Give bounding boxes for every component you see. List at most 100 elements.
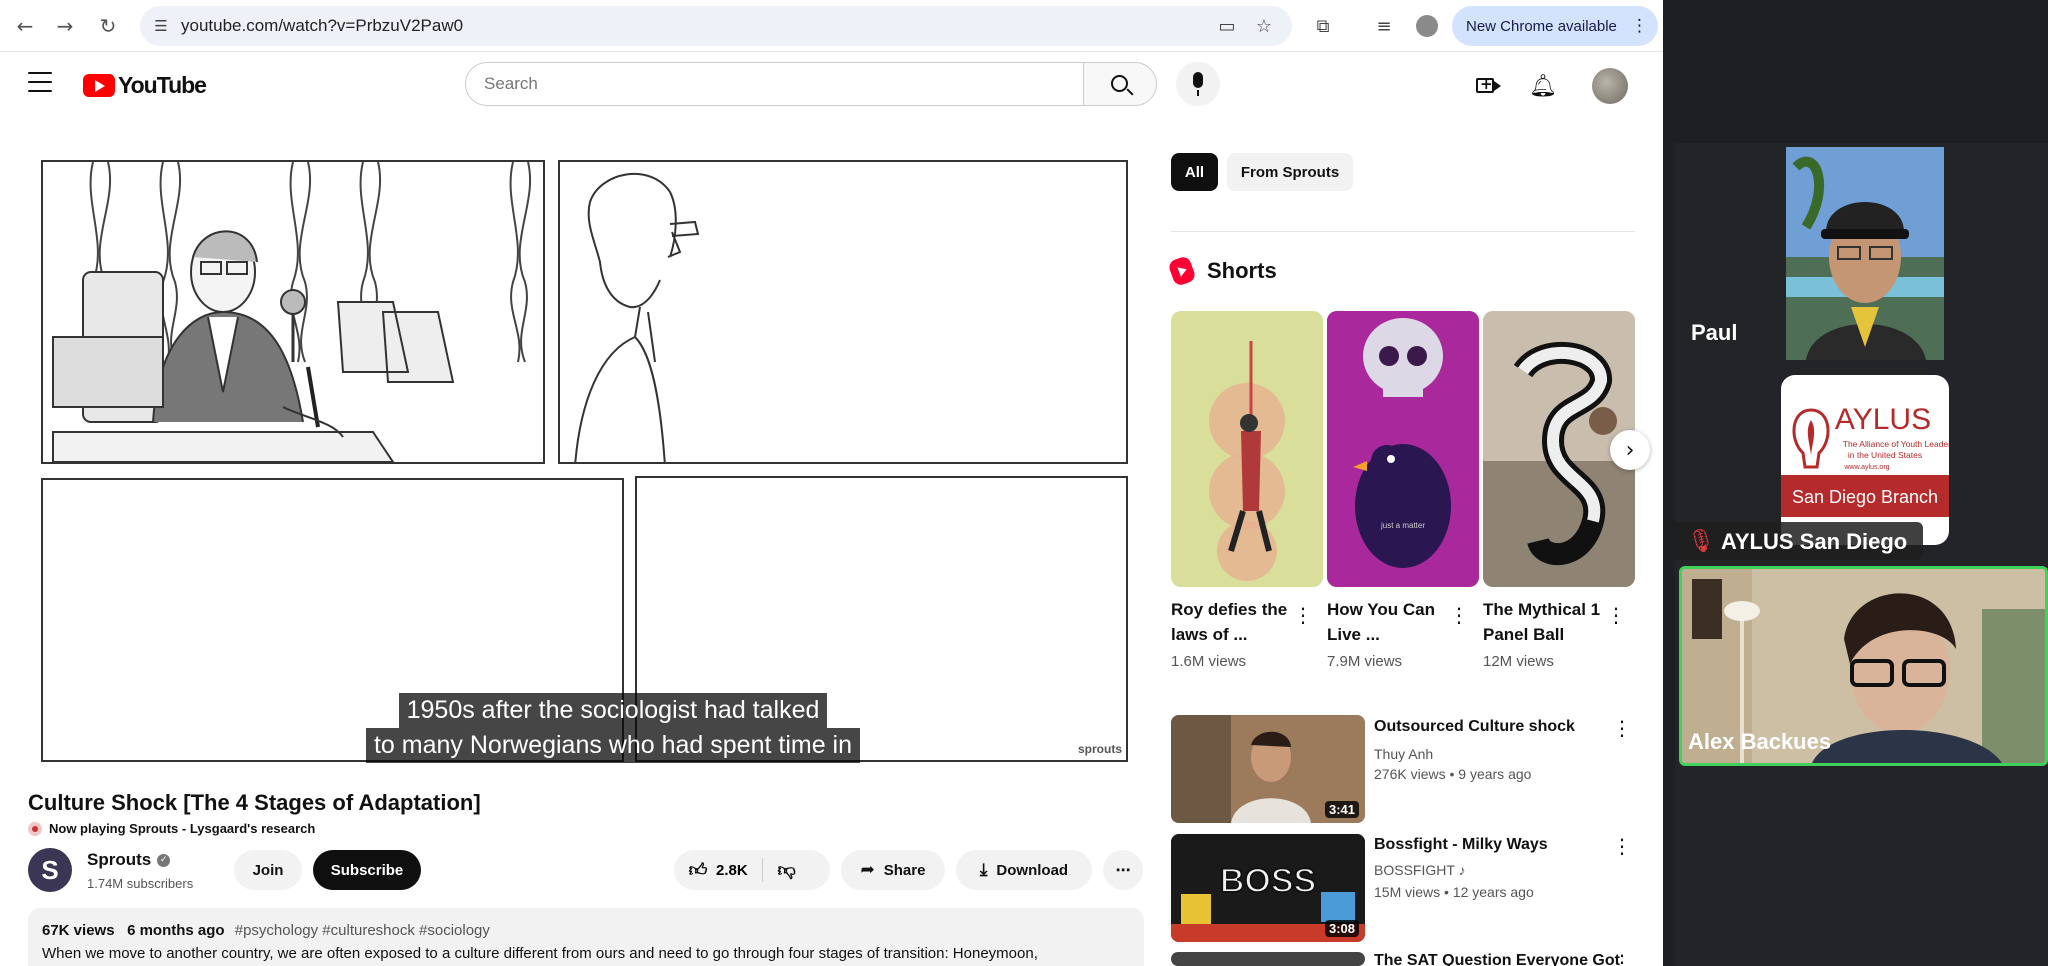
aylus-logo-url: www.aylus.org <box>1843 464 1889 471</box>
chip-from-sprouts[interactable]: From Sprouts <box>1227 153 1353 191</box>
new-chrome-label: New Chrome available <box>1466 17 1617 35</box>
upload-age: 6 months ago <box>127 922 225 939</box>
now-playing-icon <box>28 821 42 836</box>
now-playing-indicator[interactable]: Now playing Sprouts - Lysgaard's researc… <box>28 821 315 836</box>
rec-2-more-icon[interactable]: ⋮ <box>1612 834 1632 858</box>
address-bar[interactable]: ☰ youtube.com/watch?v=PrbzuV2Paw0 ▭ ☆ <box>140 6 1292 46</box>
rec-1-title[interactable]: Outsourced Culture shock <box>1374 718 1575 736</box>
hashtags[interactable]: #psychology #cultureshock #sociology <box>235 922 490 939</box>
caption-line-2: to many Norwegians who had spent time in <box>365 728 861 763</box>
like-button[interactable]: 👍︎ 2.8K <box>674 850 762 890</box>
paul-video <box>1786 147 1944 360</box>
video-player[interactable]: sprouts 1950s after the sociologist had … <box>28 143 1138 779</box>
participant-tile-aylus[interactable]: AYLUS The Alliance of Youth Leaders in t… <box>1675 373 2048 573</box>
video-call-panel: Paul AYLUS The Alliance of Youth Leaders… <box>1675 143 2048 966</box>
short-title-1[interactable]: Roy defies the laws of ... <box>1171 597 1291 647</box>
reload-icon[interactable]: ↻ <box>95 13 121 39</box>
rec-1-stats: 276K views • 9 years ago <box>1374 766 1532 782</box>
short-2-caption: just a matter <box>1380 521 1425 530</box>
svg-text:The Alliance of Youth Leaders: The Alliance of Youth Leaders <box>1843 439 1949 449</box>
section-divider <box>1171 231 1635 232</box>
rec-2-stats: 15M views • 12 years ago <box>1374 884 1534 900</box>
short-2-art: just a matter <box>1327 311 1479 587</box>
microphone-stand <box>1197 90 1199 96</box>
back-arrow-icon[interactable]: ← <box>12 13 38 39</box>
youtube-logo[interactable]: YouTube <box>83 72 207 98</box>
chip-all[interactable]: All <box>1171 153 1218 191</box>
subscribe-button[interactable]: Subscribe <box>313 850 421 890</box>
participant-name-alex: Alex Backues <box>1688 729 1832 754</box>
voice-search-button[interactable] <box>1176 62 1220 106</box>
like-dislike-group: 👍︎ 2.8K 👎︎ <box>674 850 830 890</box>
short-title-2[interactable]: How You Can Live ... <box>1327 597 1447 647</box>
account-avatar[interactable] <box>1592 68 1628 104</box>
rec-1-more-icon[interactable]: ⋮ <box>1612 716 1632 740</box>
hamburger-menu-icon[interactable] <box>28 72 52 92</box>
bookmark-star-icon[interactable]: ☆ <box>1253 15 1275 37</box>
create-video-icon[interactable] <box>1472 70 1504 102</box>
storyboard-panel-professor <box>41 160 545 464</box>
thumbs-up-icon: 👍︎ <box>688 860 708 881</box>
short-views-1: 1.6M views <box>1171 653 1247 670</box>
short-thumbnail-2[interactable]: just a matter <box>1327 311 1479 587</box>
short-thumbnail-1[interactable] <box>1171 311 1323 587</box>
aylus-logo: AYLUS The Alliance of Youth Leaders in t… <box>1781 375 1949 545</box>
join-button[interactable]: Join <box>234 850 302 890</box>
shorts-heading: Shorts <box>1167 255 1277 287</box>
channel-name-link[interactable]: Sprouts ✓ <box>87 850 171 870</box>
shorts-next-arrow-icon[interactable]: › <box>1610 430 1650 470</box>
description-box[interactable]: 67K views 6 months ago #psychology #cult… <box>28 908 1144 966</box>
view-count: 67K views <box>42 922 115 939</box>
profile-avatar-icon[interactable] <box>1416 15 1438 37</box>
recommendation-thumbnail-3[interactable] <box>1171 952 1365 966</box>
participant-tile-paul[interactable]: Paul <box>1675 147 2048 360</box>
cast-icon[interactable]: ▭ <box>1216 15 1238 37</box>
share-button[interactable]: ➦ Share <box>841 850 945 890</box>
rec-3-more-icon[interactable]: ⋮ <box>1612 950 1632 966</box>
rec-3-title[interactable]: The SAT Question Everyone Got <box>1374 952 1620 966</box>
site-settings-icon[interactable]: ☰ <box>150 15 172 37</box>
participant-name-aylus: AYLUS San Diego <box>1721 529 1908 554</box>
extensions-icon[interactable]: ⧉ <box>1312 15 1334 37</box>
rec-2-title[interactable]: Bossfight - Milky Ways <box>1374 836 1548 854</box>
new-chrome-available-button[interactable]: New Chrome available ⋮ <box>1452 6 1658 46</box>
notifications-bell-icon[interactable]: 🔔︎ <box>1527 70 1559 102</box>
download-label: Download <box>996 861 1069 879</box>
rec-1-duration: 3:41 <box>1324 801 1359 818</box>
screen: ← → ↻ ☰ youtube.com/watch?v=PrbzuV2Paw0 … <box>0 0 2048 966</box>
rec-1-channel[interactable]: Thuy Anh <box>1374 746 1433 762</box>
kebab-menu-icon[interactable]: ⋮ <box>1631 16 1648 36</box>
aylus-logo-branch: San Diego Branch <box>1792 487 1938 507</box>
rec-2-channel[interactable]: BOSSFIGHT ♪ <box>1374 862 1466 878</box>
channel-avatar[interactable]: S <box>28 848 72 892</box>
participant-tile-alex-active-speaker[interactable]: Alex Backues <box>1679 566 2048 766</box>
recommendation-thumbnail-1[interactable]: 3:41 <box>1171 715 1365 823</box>
search-placeholder: Search <box>484 74 538 93</box>
svg-text:BOSS: BOSS <box>1220 862 1316 900</box>
short-title-3[interactable]: The Mythical 1 Panel Ball <box>1483 597 1603 647</box>
short-1-more-icon[interactable]: ⋮ <box>1293 603 1313 627</box>
caption-line-1: 1950s after the sociologist had talked <box>398 693 828 728</box>
subscriber-count: 1.74M subscribers <box>87 876 194 891</box>
youtube-header: YouTube Search 🔔︎ <box>0 52 1663 120</box>
dislike-button[interactable]: 👎︎ <box>763 850 811 890</box>
download-button[interactable]: ⤓ Download <box>956 850 1092 890</box>
download-icon: ⤓ <box>979 860 988 880</box>
browser-window: ← → ↻ ☰ youtube.com/watch?v=PrbzuV2Paw0 … <box>0 0 1663 966</box>
rec-2-duration: 3:08 <box>1324 920 1359 937</box>
sprouts-watermark: sprouts <box>1077 742 1122 756</box>
short-3-more-icon[interactable]: ⋮ <box>1606 603 1626 627</box>
forward-arrow-icon[interactable]: → <box>52 13 78 39</box>
url-text[interactable]: youtube.com/watch?v=PrbzuV2Paw0 <box>181 16 463 36</box>
short-1-art <box>1209 341 1285 581</box>
shorts-heading-text: Shorts <box>1207 258 1277 283</box>
short-2-more-icon[interactable]: ⋮ <box>1449 603 1469 627</box>
search-button[interactable] <box>1083 62 1157 106</box>
more-actions-icon[interactable]: ⋯ <box>1103 850 1143 890</box>
paul-video-art <box>1786 147 1944 360</box>
search-input[interactable]: Search <box>465 62 1084 106</box>
recommendation-thumbnail-2[interactable]: BOSS 3:08 <box>1171 834 1365 942</box>
media-control-icon[interactable]: ≡ <box>1373 15 1395 37</box>
share-arrow-icon: ➦ <box>860 860 875 880</box>
aylus-logo-art: AYLUS The Alliance of Youth Leaders in t… <box>1781 403 1949 517</box>
